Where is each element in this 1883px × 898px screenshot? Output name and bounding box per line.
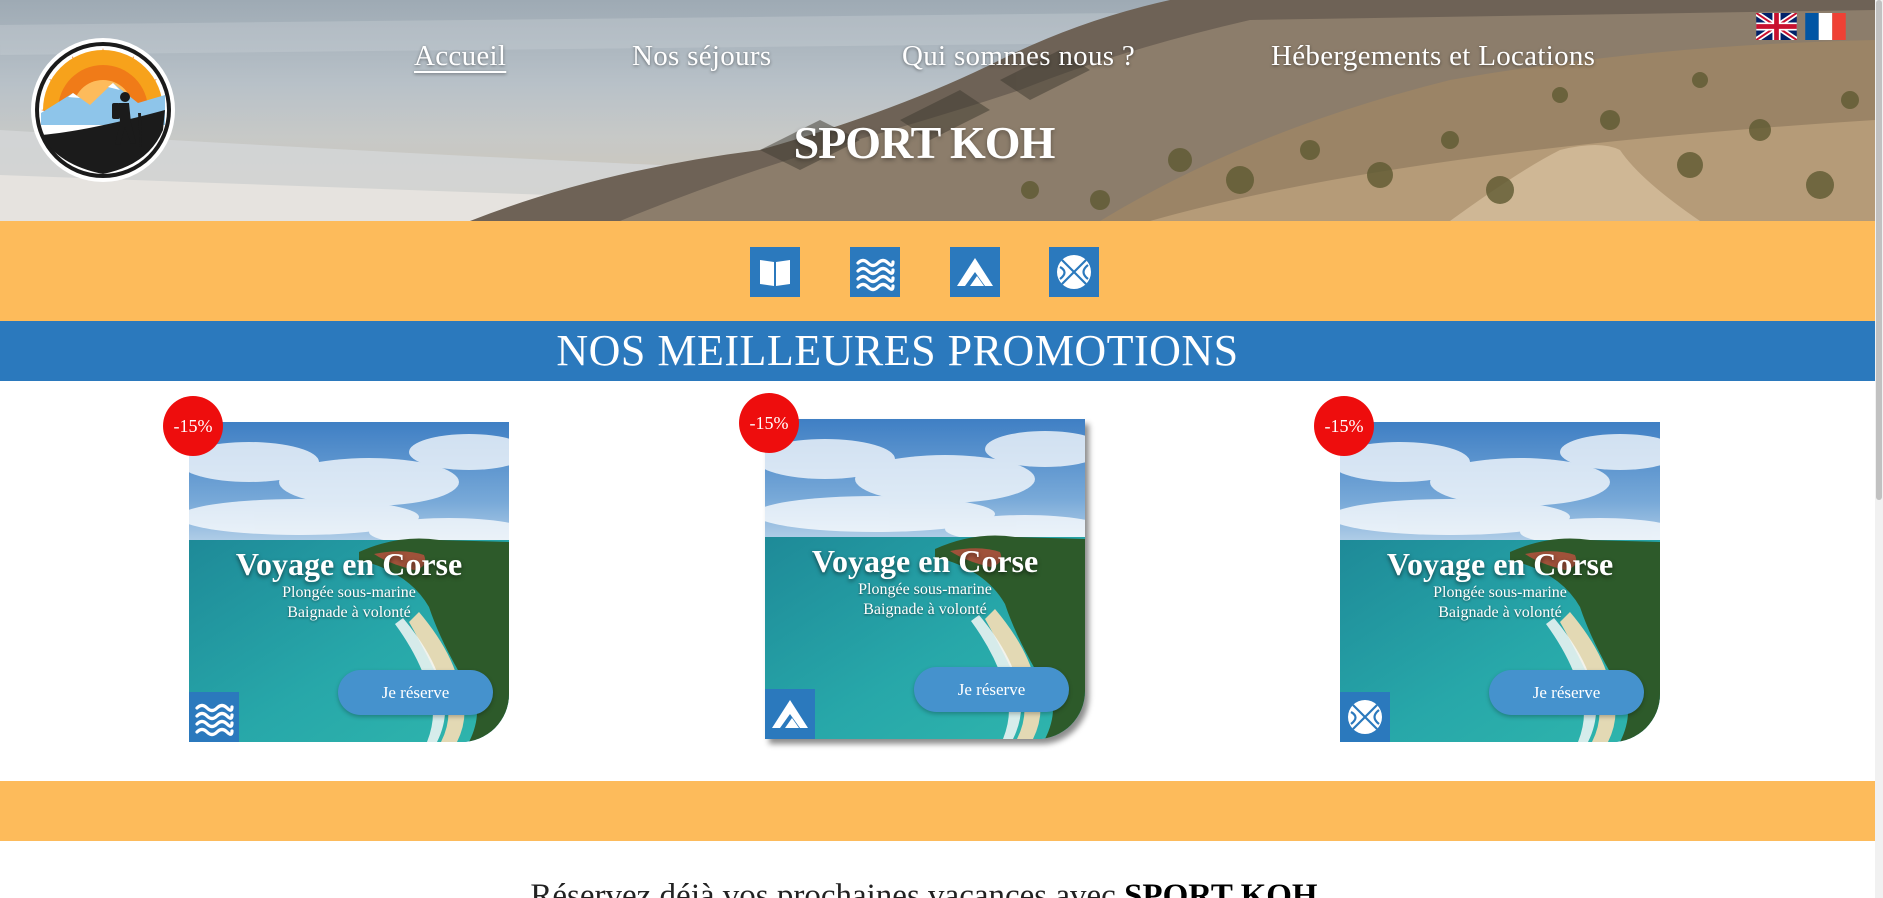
basketball-icon bbox=[1345, 697, 1385, 737]
card-category-badge bbox=[189, 692, 239, 742]
scrollbar-thumb[interactable] bbox=[1876, 0, 1882, 500]
card-feature: Baignade à volonté bbox=[1438, 604, 1562, 621]
language-switcher bbox=[1756, 13, 1846, 40]
card-title: Voyage en Corse bbox=[1386, 546, 1614, 582]
orange-divider bbox=[0, 781, 1875, 841]
mountain-background-image bbox=[0, 0, 1875, 221]
hero-header: Accueil Nos séjours Qui sommes nous ? Hé… bbox=[0, 0, 1875, 221]
tagline-text: Réservez déjà vos prochaines vacances av… bbox=[530, 878, 1125, 898]
card-category-badge bbox=[765, 689, 815, 739]
discount-badge: -15% bbox=[1314, 396, 1374, 456]
category-mountain-button[interactable] bbox=[950, 247, 1000, 297]
book-icon bbox=[755, 252, 795, 292]
card-category-badge bbox=[1340, 692, 1390, 742]
card-feature: Baignade à volonté bbox=[287, 604, 411, 621]
promotions-title: NOS MEILLEURES PROMOTIONS bbox=[556, 326, 1239, 375]
nav-link-accueil[interactable]: Accueil bbox=[414, 40, 506, 73]
promotions-banner: NOS MEILLEURES PROMOTIONS bbox=[0, 321, 1875, 381]
promo-card[interactable]: Voyage en Corse Plongée sous-marine Baig… bbox=[1340, 422, 1660, 742]
card-title: Voyage en Corse bbox=[811, 543, 1039, 579]
reserve-button[interactable]: Je réserve bbox=[914, 667, 1069, 712]
france-flag-icon[interactable] bbox=[1805, 13, 1846, 40]
category-book-button[interactable] bbox=[750, 247, 800, 297]
basketball-icon bbox=[1054, 252, 1094, 292]
card-feature: Plongée sous-marine bbox=[282, 584, 416, 601]
category-bar bbox=[0, 221, 1875, 321]
category-basketball-button[interactable] bbox=[1049, 247, 1099, 297]
page-scrollbar[interactable] bbox=[1875, 0, 1883, 898]
mountain-icon bbox=[770, 694, 810, 734]
booking-tagline: Réservez déjà vos prochaines vacances av… bbox=[0, 878, 1848, 898]
nav-link-qui-sommes-nous[interactable]: Qui sommes nous ? bbox=[902, 40, 1135, 73]
nav-link-hebergements-locations[interactable]: Hébergements et Locations bbox=[1271, 40, 1595, 73]
discount-badge: -15% bbox=[739, 393, 799, 453]
category-waves-button[interactable] bbox=[850, 247, 900, 297]
waves-icon bbox=[194, 697, 234, 737]
tagline-brand: SPORT KOH bbox=[1124, 878, 1318, 898]
main-navigation: Accueil Nos séjours Qui sommes nous ? Hé… bbox=[0, 40, 1875, 80]
site-title: SPORT KOH bbox=[793, 117, 1056, 168]
promo-card[interactable]: Voyage en Corse Plongée sous-marine Baig… bbox=[765, 419, 1085, 739]
reserve-button[interactable]: Je réserve bbox=[1489, 670, 1644, 715]
promo-card[interactable]: Voyage en Corse Plongée sous-marine Baig… bbox=[189, 422, 509, 742]
card-feature: Plongée sous-marine bbox=[1433, 584, 1567, 601]
card-title: Voyage en Corse bbox=[235, 546, 463, 582]
card-feature: Plongée sous-marine bbox=[858, 581, 992, 598]
uk-flag-icon[interactable] bbox=[1756, 13, 1797, 40]
nav-link-nos-sejours[interactable]: Nos séjours bbox=[632, 40, 771, 73]
discount-badge: -15% bbox=[163, 396, 223, 456]
card-feature: Baignade à volonté bbox=[863, 601, 987, 618]
waves-icon bbox=[855, 252, 895, 292]
mountain-icon bbox=[955, 252, 995, 292]
reserve-button[interactable]: Je réserve bbox=[338, 670, 493, 715]
